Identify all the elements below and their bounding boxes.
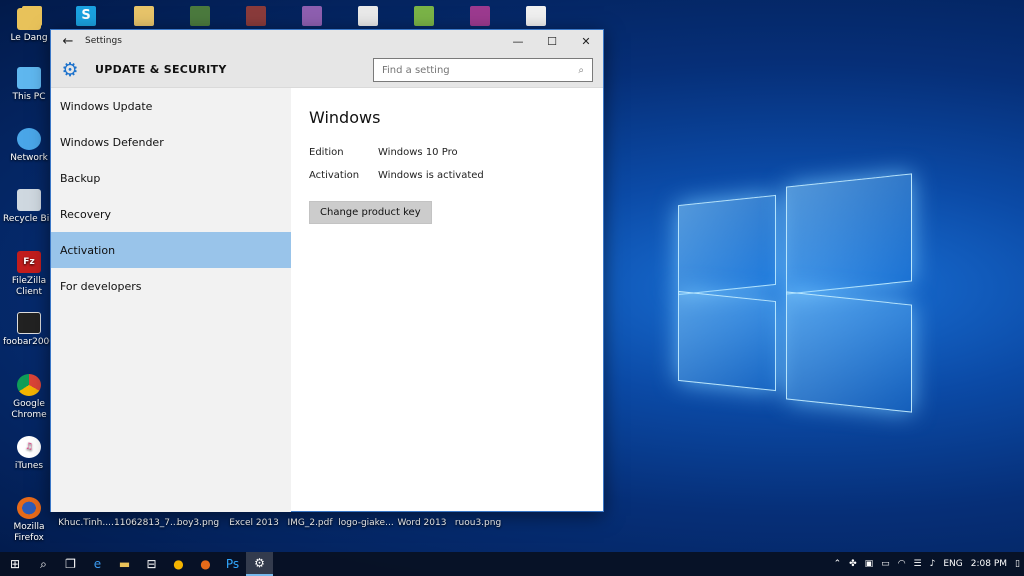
clock[interactable]: 2:08 PM bbox=[971, 559, 1007, 569]
desktop-file[interactable]: ruou3.png bbox=[450, 518, 506, 528]
search-box[interactable]: ⌕ bbox=[373, 58, 593, 82]
store-icon[interactable]: ⊟ bbox=[138, 552, 165, 576]
edition-label: Edition bbox=[309, 147, 344, 158]
desktop-file[interactable]: boy3.png bbox=[170, 518, 226, 528]
document-icon[interactable] bbox=[358, 6, 378, 26]
filezilla-icon: Fz bbox=[17, 251, 41, 273]
edge-icon[interactable]: e bbox=[84, 552, 111, 576]
tray-app-icon[interactable]: ✤ bbox=[849, 559, 857, 569]
desktop-file[interactable]: Khuc.Tinh.... bbox=[58, 518, 114, 528]
page-title: UPDATE & SECURITY bbox=[95, 63, 227, 76]
sidebar-item-recovery[interactable]: Recovery bbox=[51, 196, 291, 232]
action-center-icon[interactable]: ☰ bbox=[914, 559, 922, 569]
desktop-file[interactable]: Word 2013 bbox=[394, 518, 450, 528]
sidebar-item-for-developers[interactable]: For developers bbox=[51, 268, 291, 304]
task-view-icon[interactable]: ❐ bbox=[57, 552, 84, 576]
notification-icon[interactable]: ▯ bbox=[1015, 559, 1020, 569]
search-icon[interactable]: ⌕ bbox=[30, 552, 57, 576]
minimize-button[interactable]: — bbox=[501, 30, 535, 52]
image-file-icon[interactable] bbox=[246, 6, 266, 26]
sidebar-item-windows-update[interactable]: Windows Update bbox=[51, 88, 291, 124]
firefox-icon bbox=[17, 497, 41, 519]
document-icon[interactable] bbox=[526, 6, 546, 26]
sidebar-item-activation[interactable]: Activation bbox=[51, 232, 291, 268]
close-button[interactable]: ✕ bbox=[569, 30, 603, 52]
section-header: ⚙ UPDATE & SECURITY ⌕ bbox=[51, 52, 603, 88]
activation-row: Activation Windows is activated bbox=[309, 164, 585, 187]
desktop-file[interactable]: IMG_2.pdf bbox=[282, 518, 338, 528]
folder-zip-icon[interactable] bbox=[134, 6, 154, 26]
taskbar: ⊞ ⌕ ❐ e ▬ ⊟ ● ● Ps ⚙ ⌃ ✤ ▣ ▭ ◠ ☰ ♪ ENG 2… bbox=[0, 552, 1024, 576]
sidebar-item-backup[interactable]: Backup bbox=[51, 160, 291, 196]
archive-icon[interactable] bbox=[470, 6, 490, 26]
change-product-key-button[interactable]: Change product key bbox=[309, 201, 432, 224]
settings-window: ← Settings — ☐ ✕ ⚙ UPDATE & SECURITY ⌕ W… bbox=[50, 29, 604, 512]
desktop-file[interactable]: Excel 2013 bbox=[226, 518, 282, 528]
window-title: Settings bbox=[85, 36, 122, 46]
content-heading: Windows bbox=[309, 108, 381, 127]
computer-icon bbox=[17, 67, 41, 89]
firefox-icon[interactable]: ● bbox=[192, 552, 219, 576]
content-pane: Windows Edition Windows 10 Pro Activatio… bbox=[291, 88, 603, 512]
edition-value: Windows 10 Pro bbox=[378, 147, 458, 158]
chevron-up-icon[interactable]: ⌃ bbox=[834, 559, 842, 569]
recycle-bin-icon bbox=[17, 189, 41, 211]
tray-app-icon[interactable]: ▣ bbox=[865, 559, 874, 569]
settings-taskbar-icon[interactable]: ⚙ bbox=[246, 552, 273, 576]
title-bar: ← Settings — ☐ ✕ bbox=[51, 30, 603, 52]
file-explorer-icon[interactable]: ▬ bbox=[111, 552, 138, 576]
system-tray: ⌃ ✤ ▣ ▭ ◠ ☰ ♪ ENG 2:08 PM ▯ bbox=[830, 552, 1024, 576]
chrome-icon[interactable]: ● bbox=[165, 552, 192, 576]
search-icon[interactable]: ⌕ bbox=[578, 65, 584, 76]
foobar-icon bbox=[17, 312, 41, 334]
volume-icon[interactable]: ♪ bbox=[930, 559, 936, 569]
sidebar: Windows Update Windows Defender Backup R… bbox=[51, 88, 291, 512]
windows-logo-wallpaper bbox=[676, 170, 916, 420]
image-file-icon[interactable] bbox=[302, 6, 322, 26]
activation-value: Windows is activated bbox=[378, 170, 484, 181]
itunes-icon: ♫ bbox=[17, 436, 41, 458]
activation-label: Activation bbox=[309, 170, 360, 181]
edition-row: Edition Windows 10 Pro bbox=[309, 141, 585, 164]
photoshop-icon[interactable]: Ps bbox=[219, 552, 246, 576]
desktop-file[interactable]: logo-giake... bbox=[338, 518, 394, 528]
image-file-icon[interactable] bbox=[414, 6, 434, 26]
back-arrow-icon[interactable]: ← bbox=[51, 34, 85, 49]
chrome-icon bbox=[17, 374, 41, 396]
gear-icon: ⚙ bbox=[61, 58, 79, 81]
maximize-button[interactable]: ☐ bbox=[535, 30, 569, 52]
start-button[interactable]: ⊞ bbox=[0, 552, 30, 576]
desktop-file[interactable]: 11062813_7... bbox=[114, 518, 179, 528]
language-indicator[interactable]: ENG bbox=[943, 559, 962, 569]
user-folder-icon bbox=[17, 8, 41, 30]
image-file-icon[interactable] bbox=[190, 6, 210, 26]
sidebar-item-windows-defender[interactable]: Windows Defender bbox=[51, 124, 291, 160]
skype-icon[interactable]: S bbox=[76, 6, 96, 26]
search-input[interactable] bbox=[382, 64, 579, 76]
wifi-icon[interactable]: ◠ bbox=[898, 559, 906, 569]
network-icon bbox=[17, 128, 41, 150]
battery-icon[interactable]: ▭ bbox=[881, 559, 890, 569]
